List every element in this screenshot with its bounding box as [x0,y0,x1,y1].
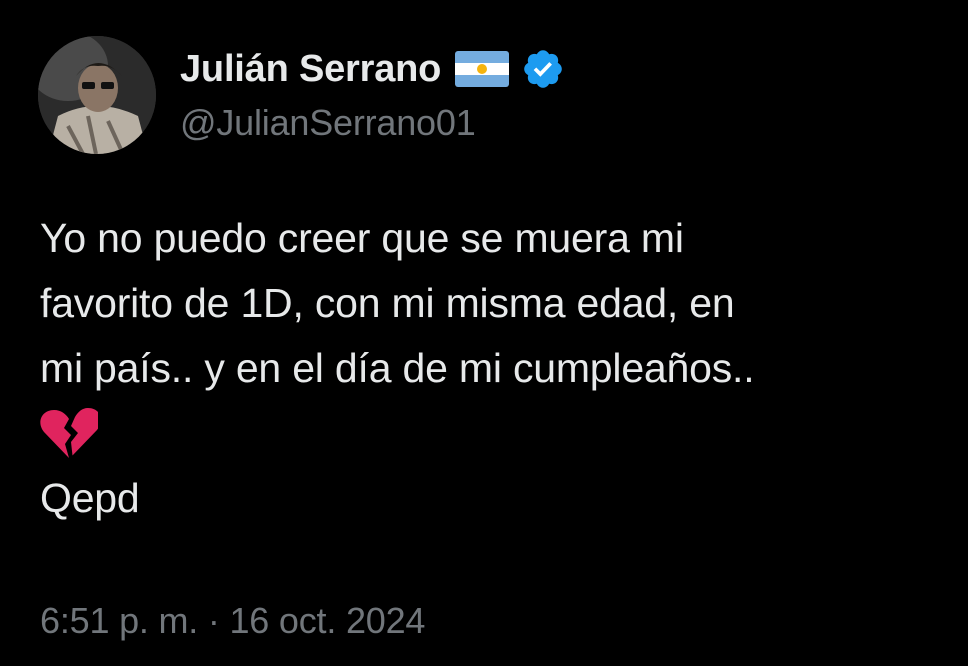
tweet-line: favorito de 1D, con mi misma edad, en [40,280,735,326]
emoji-line [40,401,940,466]
avatar[interactable] [38,36,156,154]
tweet-closing: Qepd [40,475,140,521]
display-name[interactable]: Julián Serrano [180,48,441,91]
argentina-flag-icon [455,51,510,87]
tweet-header: Julián Serrano @JulianSerrano01 [38,36,565,154]
tweet-text: Yo no puedo creer que se muera mi favori… [40,206,940,531]
verified-badge-icon[interactable] [521,47,565,91]
user-handle[interactable]: @JulianSerrano01 [180,102,565,144]
broken-heart-icon [40,407,98,458]
tweet-line: mi país.. y en el día de mi cumpleaños.. [40,345,755,391]
user-info: Julián Serrano @JulianSerrano01 [180,42,565,144]
name-row: Julián Serrano [180,42,565,96]
avatar-photo [38,36,156,154]
tweet-timestamp[interactable]: 6:51 p. m. · 16 oct. 2024 [40,600,425,642]
tweet-line: Yo no puedo creer que se muera mi [40,215,684,261]
